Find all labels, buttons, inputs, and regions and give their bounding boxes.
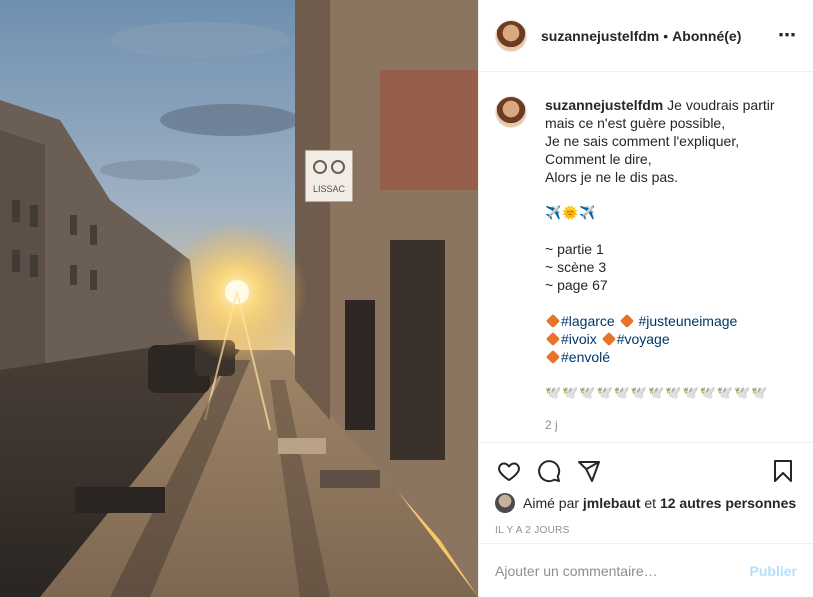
heart-icon[interactable]: [495, 457, 523, 485]
orange-diamond-icon: [545, 349, 561, 365]
hashtag-link[interactable]: #justeuneimage: [638, 313, 737, 329]
bookmark-icon[interactable]: [769, 457, 797, 485]
caption-text-line: Je voudrais partir: [667, 97, 775, 113]
liker-username[interactable]: jmlebaut: [583, 495, 641, 511]
caption-text-line: Je ne sais comment l'expliquer,: [545, 133, 740, 149]
hashtag-line: #ivoix #voyage: [545, 330, 795, 348]
likes-others-link[interactable]: 12 autres personnes: [660, 495, 796, 511]
separator-dot: •: [663, 27, 669, 44]
hashtag-link[interactable]: #envolé: [561, 349, 610, 365]
likes-connector: et: [644, 495, 657, 511]
hashtag-link[interactable]: #ivoix: [561, 331, 597, 347]
caption-episode-line: ~ page 67: [545, 277, 608, 293]
publish-button[interactable]: Publier: [750, 563, 797, 579]
caption-emoji-line: ✈️🌞✈️: [545, 205, 597, 220]
caption-username[interactable]: suzannejustelfdm: [545, 97, 663, 113]
post-header: suzannejustelfdm • Abonné(e) ⋯: [479, 0, 813, 72]
caption-bird-line: 🕊️🕊️🕊️🕊️🕊️🕊️🕊️🕊️🕊️🕊️🕊️🕊️🕊️: [545, 385, 769, 400]
comment-icon[interactable]: [535, 457, 563, 485]
street-sunset-image: LISSAC: [0, 0, 478, 597]
orange-diamond-icon: [545, 331, 561, 347]
comments-area: suzannejustelfdm Je voudrais partir mais…: [479, 72, 813, 442]
more-options-icon[interactable]: ⋯: [778, 25, 797, 46]
orange-diamond-icon: [619, 313, 634, 329]
caption-author-avatar[interactable]: [495, 96, 527, 128]
author-avatar[interactable]: [495, 19, 527, 52]
caption-first-line: suzannejustelfdm Je voudrais partir: [545, 96, 795, 114]
add-comment-bar: Publier: [479, 543, 813, 597]
hashtag-link[interactable]: #lagarce: [561, 313, 615, 329]
caption-text-line: Comment le dire,: [545, 151, 652, 167]
post-date[interactable]: IL Y A 2 JOURS: [495, 525, 797, 536]
post-photo[interactable]: LISSAC: [0, 0, 478, 597]
lissac-sign-text: LISSAC: [313, 184, 346, 194]
share-icon[interactable]: [575, 457, 603, 485]
action-icons: [495, 451, 797, 491]
caption-episode-line: ~ partie 1: [545, 241, 604, 257]
hashtag-line: #envolé: [545, 348, 795, 366]
caption-time-ago: 2 j: [545, 418, 558, 432]
liker-avatar[interactable]: [495, 493, 515, 513]
caption-text-line: Alors je ne le dis pas.: [545, 169, 679, 185]
caption-body: suzannejustelfdm Je voudrais partir mais…: [545, 96, 795, 434]
caption-text-line: mais ce n'est guère possible,: [545, 115, 726, 131]
likes-prefix: Aimé par: [523, 495, 580, 511]
follow-status-button[interactable]: Abonné(e): [672, 28, 741, 44]
comment-input[interactable]: [495, 562, 750, 579]
lissac-sign: [304, 149, 354, 203]
post-details-panel: suzannejustelfdm • Abonné(e) ⋯ suzanneju…: [478, 0, 813, 597]
hashtag-link[interactable]: #voyage: [617, 331, 670, 347]
caption-episode-line: ~ scène 3: [545, 259, 607, 275]
orange-diamond-icon: [601, 331, 616, 347]
hashtag-line: #lagarce #justeuneimage: [545, 312, 795, 330]
author-username[interactable]: suzannejustelfdm: [541, 28, 659, 44]
orange-diamond-icon: [545, 313, 561, 329]
post-actions: Aimé par jmlebaut et 12 autres personnes…: [479, 442, 813, 536]
caption: suzannejustelfdm Je voudrais partir mais…: [495, 96, 797, 434]
likes-summary: Aimé par jmlebaut et 12 autres personnes: [495, 493, 797, 513]
